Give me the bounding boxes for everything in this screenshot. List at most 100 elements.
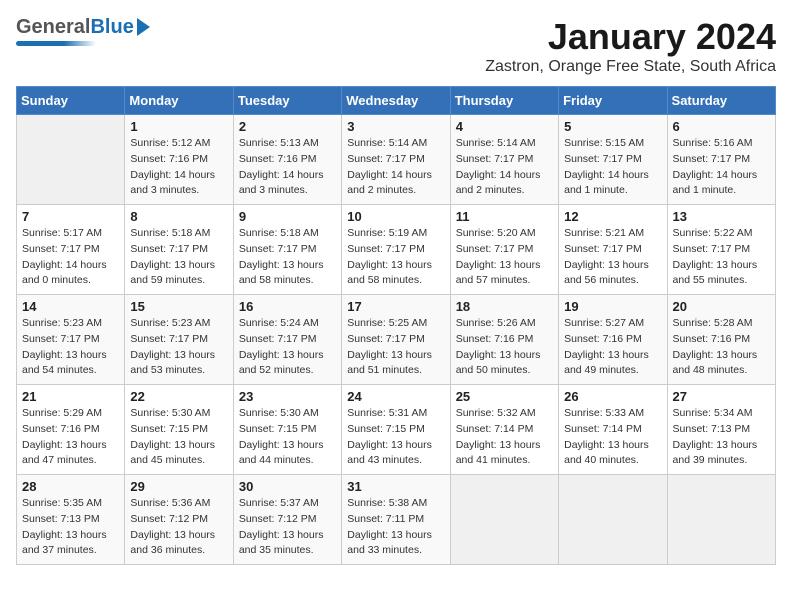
calendar-cell: 3 Sunrise: 5:14 AMSunset: 7:17 PMDaylight… <box>342 115 450 205</box>
day-number: 13 <box>673 209 770 224</box>
calendar-cell: 28 Sunrise: 5:35 AMSunset: 7:13 PMDayligh… <box>17 475 125 565</box>
calendar-cell: 6Sunrise: 5:16 AMSunset: 7:17 PMDaylight… <box>667 115 775 205</box>
calendar-cell: 20 Sunrise: 5:28 AMSunset: 7:16 PMDayligh… <box>667 295 775 385</box>
calendar-cell: 4Sunrise: 5:14 AMSunset: 7:17 PMDaylight… <box>450 115 558 205</box>
day-number: 30 <box>239 479 336 494</box>
cell-sun-info: Sunrise: 5:13 AMSunset: 7:16 PMDaylight:… <box>239 136 336 199</box>
cell-sun-info: Sunrise: 5:30 AMSunset: 7:15 PMDaylight:… <box>130 406 227 469</box>
calendar-cell <box>17 115 125 205</box>
calendar-cell <box>450 475 558 565</box>
calendar-week-row: 28 Sunrise: 5:35 AMSunset: 7:13 PMDayligh… <box>17 475 776 565</box>
cell-sun-info: Sunrise: 5:31 AMSunset: 7:15 PMDaylight:… <box>347 406 444 469</box>
logo-general: General <box>16 16 90 39</box>
day-number: 31 <box>347 479 444 494</box>
day-number: 19 <box>564 299 661 314</box>
day-number: 10 <box>347 209 444 224</box>
day-number: 17 <box>347 299 444 314</box>
title-block: January 2024 Zastron, Orange Free State,… <box>485 16 776 76</box>
calendar-week-row: 21 Sunrise: 5:29 AMSunset: 7:16 PMDayligh… <box>17 385 776 475</box>
calendar-cell: 23 Sunrise: 5:30 AMSunset: 7:15 PMDayligh… <box>233 385 341 475</box>
calendar-cell: 31Sunrise: 5:38 AMSunset: 7:11 PMDayligh… <box>342 475 450 565</box>
day-number: 5 <box>564 119 661 134</box>
calendar-cell: 7Sunrise: 5:17 AMSunset: 7:17 PMDaylight… <box>17 205 125 295</box>
cell-sun-info: Sunrise: 5:23 AMSunset: 7:17 PMDaylight:… <box>130 316 227 379</box>
day-number: 8 <box>130 209 227 224</box>
day-number: 3 <box>347 119 444 134</box>
calendar-cell: 30 Sunrise: 5:37 AMSunset: 7:12 PMDayligh… <box>233 475 341 565</box>
calendar-week-row: 1 Sunrise: 5:12 AMSunset: 7:16 PMDaylight… <box>17 115 776 205</box>
weekday-header-friday: Friday <box>559 87 667 115</box>
weekday-header-monday: Monday <box>125 87 233 115</box>
calendar-cell: 26 Sunrise: 5:33 AMSunset: 7:14 PMDayligh… <box>559 385 667 475</box>
day-number: 1 <box>130 119 227 134</box>
calendar-cell: 17 Sunrise: 5:25 AMSunset: 7:17 PMDayligh… <box>342 295 450 385</box>
calendar-week-row: 7Sunrise: 5:17 AMSunset: 7:17 PMDaylight… <box>17 205 776 295</box>
day-number: 14 <box>22 299 119 314</box>
day-number: 28 <box>22 479 119 494</box>
calendar-cell: 8 Sunrise: 5:18 AMSunset: 7:17 PMDaylight… <box>125 205 233 295</box>
calendar-cell: 29 Sunrise: 5:36 AMSunset: 7:12 PMDayligh… <box>125 475 233 565</box>
calendar-cell <box>559 475 667 565</box>
cell-sun-info: Sunrise: 5:35 AMSunset: 7:13 PMDaylight:… <box>22 496 119 559</box>
cell-sun-info: Sunrise: 5:20 AMSunset: 7:17 PMDaylight:… <box>456 226 553 289</box>
cell-sun-info: Sunrise: 5:29 AMSunset: 7:16 PMDaylight:… <box>22 406 119 469</box>
logo-blue: Blue <box>90 16 133 39</box>
day-number: 9 <box>239 209 336 224</box>
day-number: 12 <box>564 209 661 224</box>
day-number: 26 <box>564 389 661 404</box>
calendar-cell: 15 Sunrise: 5:23 AMSunset: 7:17 PMDayligh… <box>125 295 233 385</box>
calendar-cell: 18 Sunrise: 5:26 AMSunset: 7:16 PMDayligh… <box>450 295 558 385</box>
logo-wave <box>16 41 96 46</box>
logo: General Blue <box>16 16 150 46</box>
cell-sun-info: Sunrise: 5:33 AMSunset: 7:14 PMDaylight:… <box>564 406 661 469</box>
calendar-cell: 11 Sunrise: 5:20 AMSunset: 7:17 PMDayligh… <box>450 205 558 295</box>
cell-sun-info: Sunrise: 5:25 AMSunset: 7:17 PMDaylight:… <box>347 316 444 379</box>
cell-sun-info: Sunrise: 5:12 AMSunset: 7:16 PMDaylight:… <box>130 136 227 199</box>
cell-sun-info: Sunrise: 5:18 AMSunset: 7:17 PMDaylight:… <box>130 226 227 289</box>
cell-sun-info: Sunrise: 5:27 AMSunset: 7:16 PMDaylight:… <box>564 316 661 379</box>
cell-sun-info: Sunrise: 5:14 AMSunset: 7:17 PMDaylight:… <box>347 136 444 199</box>
day-number: 25 <box>456 389 553 404</box>
day-number: 18 <box>456 299 553 314</box>
calendar-cell: 10Sunrise: 5:19 AMSunset: 7:17 PMDayligh… <box>342 205 450 295</box>
calendar-cell: 22 Sunrise: 5:30 AMSunset: 7:15 PMDayligh… <box>125 385 233 475</box>
weekday-header-sunday: Sunday <box>17 87 125 115</box>
weekday-header-saturday: Saturday <box>667 87 775 115</box>
logo-arrow-icon <box>137 18 150 36</box>
calendar-cell <box>667 475 775 565</box>
day-number: 29 <box>130 479 227 494</box>
calendar-cell: 25Sunrise: 5:32 AMSunset: 7:14 PMDayligh… <box>450 385 558 475</box>
cell-sun-info: Sunrise: 5:37 AMSunset: 7:12 PMDaylight:… <box>239 496 336 559</box>
cell-sun-info: Sunrise: 5:36 AMSunset: 7:12 PMDaylight:… <box>130 496 227 559</box>
calendar-cell: 9 Sunrise: 5:18 AMSunset: 7:17 PMDaylight… <box>233 205 341 295</box>
month-year-title: January 2024 <box>485 16 776 58</box>
cell-sun-info: Sunrise: 5:28 AMSunset: 7:16 PMDaylight:… <box>673 316 770 379</box>
cell-sun-info: Sunrise: 5:30 AMSunset: 7:15 PMDaylight:… <box>239 406 336 469</box>
day-number: 21 <box>22 389 119 404</box>
page-header: General Blue January 2024 Zastron, Orang… <box>16 16 776 76</box>
weekday-header-row: SundayMondayTuesdayWednesdayThursdayFrid… <box>17 87 776 115</box>
cell-sun-info: Sunrise: 5:24 AMSunset: 7:17 PMDaylight:… <box>239 316 336 379</box>
weekday-header-thursday: Thursday <box>450 87 558 115</box>
calendar-cell: 19 Sunrise: 5:27 AMSunset: 7:16 PMDayligh… <box>559 295 667 385</box>
calendar-cell: 21 Sunrise: 5:29 AMSunset: 7:16 PMDayligh… <box>17 385 125 475</box>
cell-sun-info: Sunrise: 5:17 AMSunset: 7:17 PMDaylight:… <box>22 226 119 289</box>
cell-sun-info: Sunrise: 5:23 AMSunset: 7:17 PMDaylight:… <box>22 316 119 379</box>
day-number: 11 <box>456 209 553 224</box>
day-number: 16 <box>239 299 336 314</box>
day-number: 23 <box>239 389 336 404</box>
cell-sun-info: Sunrise: 5:22 AMSunset: 7:17 PMDaylight:… <box>673 226 770 289</box>
day-number: 15 <box>130 299 227 314</box>
calendar-cell: 13 Sunrise: 5:22 AMSunset: 7:17 PMDayligh… <box>667 205 775 295</box>
cell-sun-info: Sunrise: 5:18 AMSunset: 7:17 PMDaylight:… <box>239 226 336 289</box>
calendar-cell: 2 Sunrise: 5:13 AMSunset: 7:16 PMDaylight… <box>233 115 341 205</box>
day-number: 27 <box>673 389 770 404</box>
day-number: 2 <box>239 119 336 134</box>
cell-sun-info: Sunrise: 5:15 AMSunset: 7:17 PMDaylight:… <box>564 136 661 199</box>
day-number: 20 <box>673 299 770 314</box>
cell-sun-info: Sunrise: 5:26 AMSunset: 7:16 PMDaylight:… <box>456 316 553 379</box>
day-number: 22 <box>130 389 227 404</box>
calendar-cell: 14 Sunrise: 5:23 AMSunset: 7:17 PMDayligh… <box>17 295 125 385</box>
location-subtitle: Zastron, Orange Free State, South Africa <box>485 58 776 76</box>
weekday-header-tuesday: Tuesday <box>233 87 341 115</box>
